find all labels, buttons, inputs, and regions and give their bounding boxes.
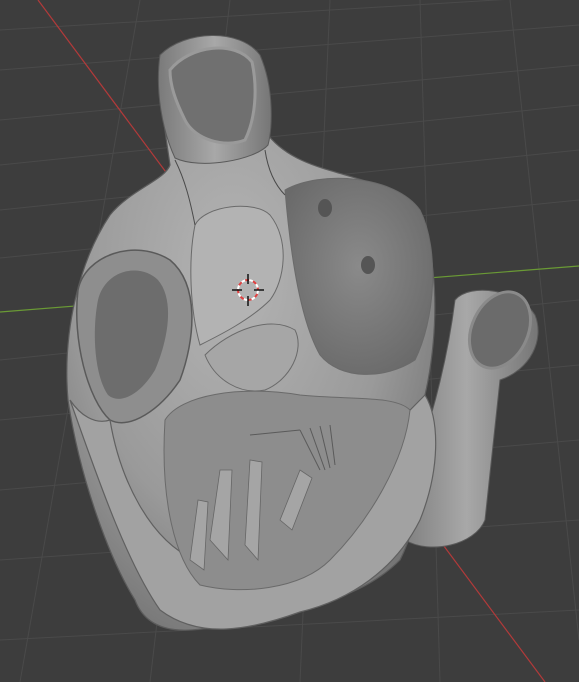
3d-viewport[interactable] bbox=[0, 0, 579, 682]
atrium-hole-2 bbox=[361, 256, 375, 274]
viewport-canvas[interactable] bbox=[0, 0, 579, 682]
heart-mesh[interactable] bbox=[66, 35, 542, 631]
atrium-hole-1 bbox=[318, 199, 332, 217]
